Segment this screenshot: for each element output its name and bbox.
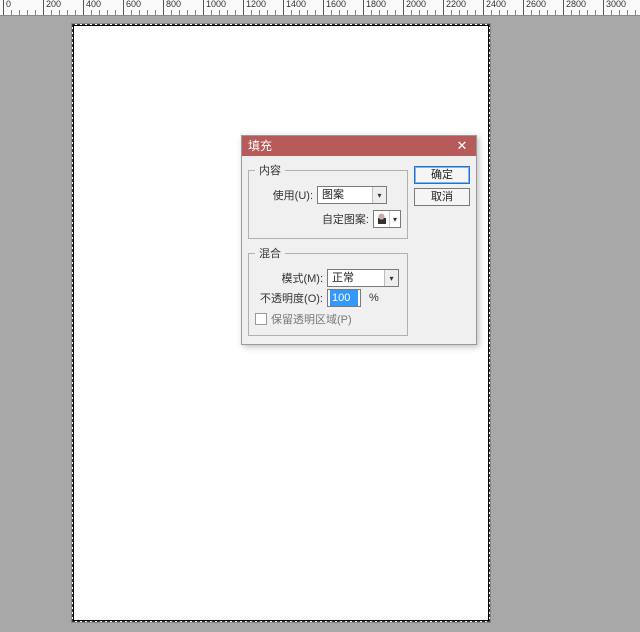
ruler-tick: 800 <box>163 0 164 16</box>
chevron-down-icon: ▾ <box>372 187 386 203</box>
cancel-button[interactable]: 取消 <box>414 188 470 206</box>
use-combo[interactable]: 图案 ▾ <box>317 186 387 204</box>
ruler-tick: 1200 <box>243 0 244 16</box>
content-group: 内容 使用(U): 图案 ▾ 自定图案: ▾ <box>248 162 408 239</box>
ruler-tick: 600 <box>123 0 124 16</box>
workspace: 填充 ✕ 内容 使用(U): 图案 ▾ 自定图案: <box>0 16 640 632</box>
fill-dialog: 填充 ✕ 内容 使用(U): 图案 ▾ 自定图案: <box>241 135 477 345</box>
ruler-tick-label: 800 <box>166 0 181 9</box>
ruler-tick: 1400 <box>283 0 284 16</box>
ruler-tick: 2000 <box>403 0 404 16</box>
ruler-tick-label: 1200 <box>246 0 266 9</box>
use-label: 使用(U): <box>255 187 313 203</box>
ruler-tick-label: 2200 <box>446 0 466 9</box>
dialog-titlebar[interactable]: 填充 ✕ <box>242 136 476 156</box>
custom-pattern-picker[interactable]: ▾ <box>373 210 401 228</box>
dialog-title: 填充 <box>248 136 272 156</box>
ruler-tick-label: 2800 <box>566 0 586 9</box>
blend-legend: 混合 <box>255 245 285 261</box>
ruler-tick-label: 0 <box>6 0 11 9</box>
content-legend: 内容 <box>255 162 285 178</box>
ruler-tick-label: 400 <box>86 0 101 9</box>
ruler-tick: 0 <box>3 0 4 16</box>
ruler-tick: 2800 <box>563 0 564 16</box>
mode-combo-value: 正常 <box>328 270 384 286</box>
ok-button[interactable]: 确定 <box>414 166 470 184</box>
ruler-tick: 3000 <box>603 0 604 16</box>
mode-label: 模式(M): <box>255 270 323 286</box>
opacity-unit: % <box>369 292 379 304</box>
mode-combo[interactable]: 正常 ▾ <box>327 269 399 287</box>
ruler-tick-label: 2600 <box>526 0 546 9</box>
ruler-tick: 2400 <box>483 0 484 16</box>
ruler-tick-label: 2000 <box>406 0 426 9</box>
custom-pattern-label: 自定图案: <box>322 211 369 227</box>
ruler-tick: 2600 <box>523 0 524 16</box>
opacity-label: 不透明度(O): <box>255 290 323 306</box>
ruler-tick-label: 1400 <box>286 0 306 9</box>
preserve-transparency-label: 保留透明区域(P) <box>271 311 352 327</box>
use-combo-value: 图案 <box>318 187 372 203</box>
ruler-tick-label: 1800 <box>366 0 386 9</box>
blend-group: 混合 模式(M): 正常 ▾ 不透明度(O): 100 % <box>248 245 408 336</box>
opacity-input[interactable]: 100 <box>327 289 361 307</box>
close-icon[interactable]: ✕ <box>448 136 476 156</box>
preserve-transparency-checkbox[interactable] <box>255 313 267 325</box>
ruler-tick: 1800 <box>363 0 364 16</box>
chevron-down-icon: ▾ <box>384 270 398 286</box>
ruler-tick: 1000 <box>203 0 204 16</box>
ruler-tick-label: 200 <box>46 0 61 9</box>
ruler-tick-label: 2400 <box>486 0 506 9</box>
pattern-thumbnail-icon <box>374 211 390 227</box>
ruler-tick: 1600 <box>323 0 324 16</box>
horizontal-ruler: 0200400600800100012001400160018002000220… <box>0 0 640 16</box>
chevron-down-icon: ▾ <box>390 211 400 227</box>
opacity-value: 100 <box>330 290 358 306</box>
ruler-tick-label: 1600 <box>326 0 346 9</box>
ruler-tick-label: 3000 <box>606 0 626 9</box>
ruler-tick: 200 <box>43 0 44 16</box>
ruler-tick-label: 600 <box>126 0 141 9</box>
ruler-tick-label: 1000 <box>206 0 226 9</box>
ruler-tick: 400 <box>83 0 84 16</box>
ruler-tick: 2200 <box>443 0 444 16</box>
